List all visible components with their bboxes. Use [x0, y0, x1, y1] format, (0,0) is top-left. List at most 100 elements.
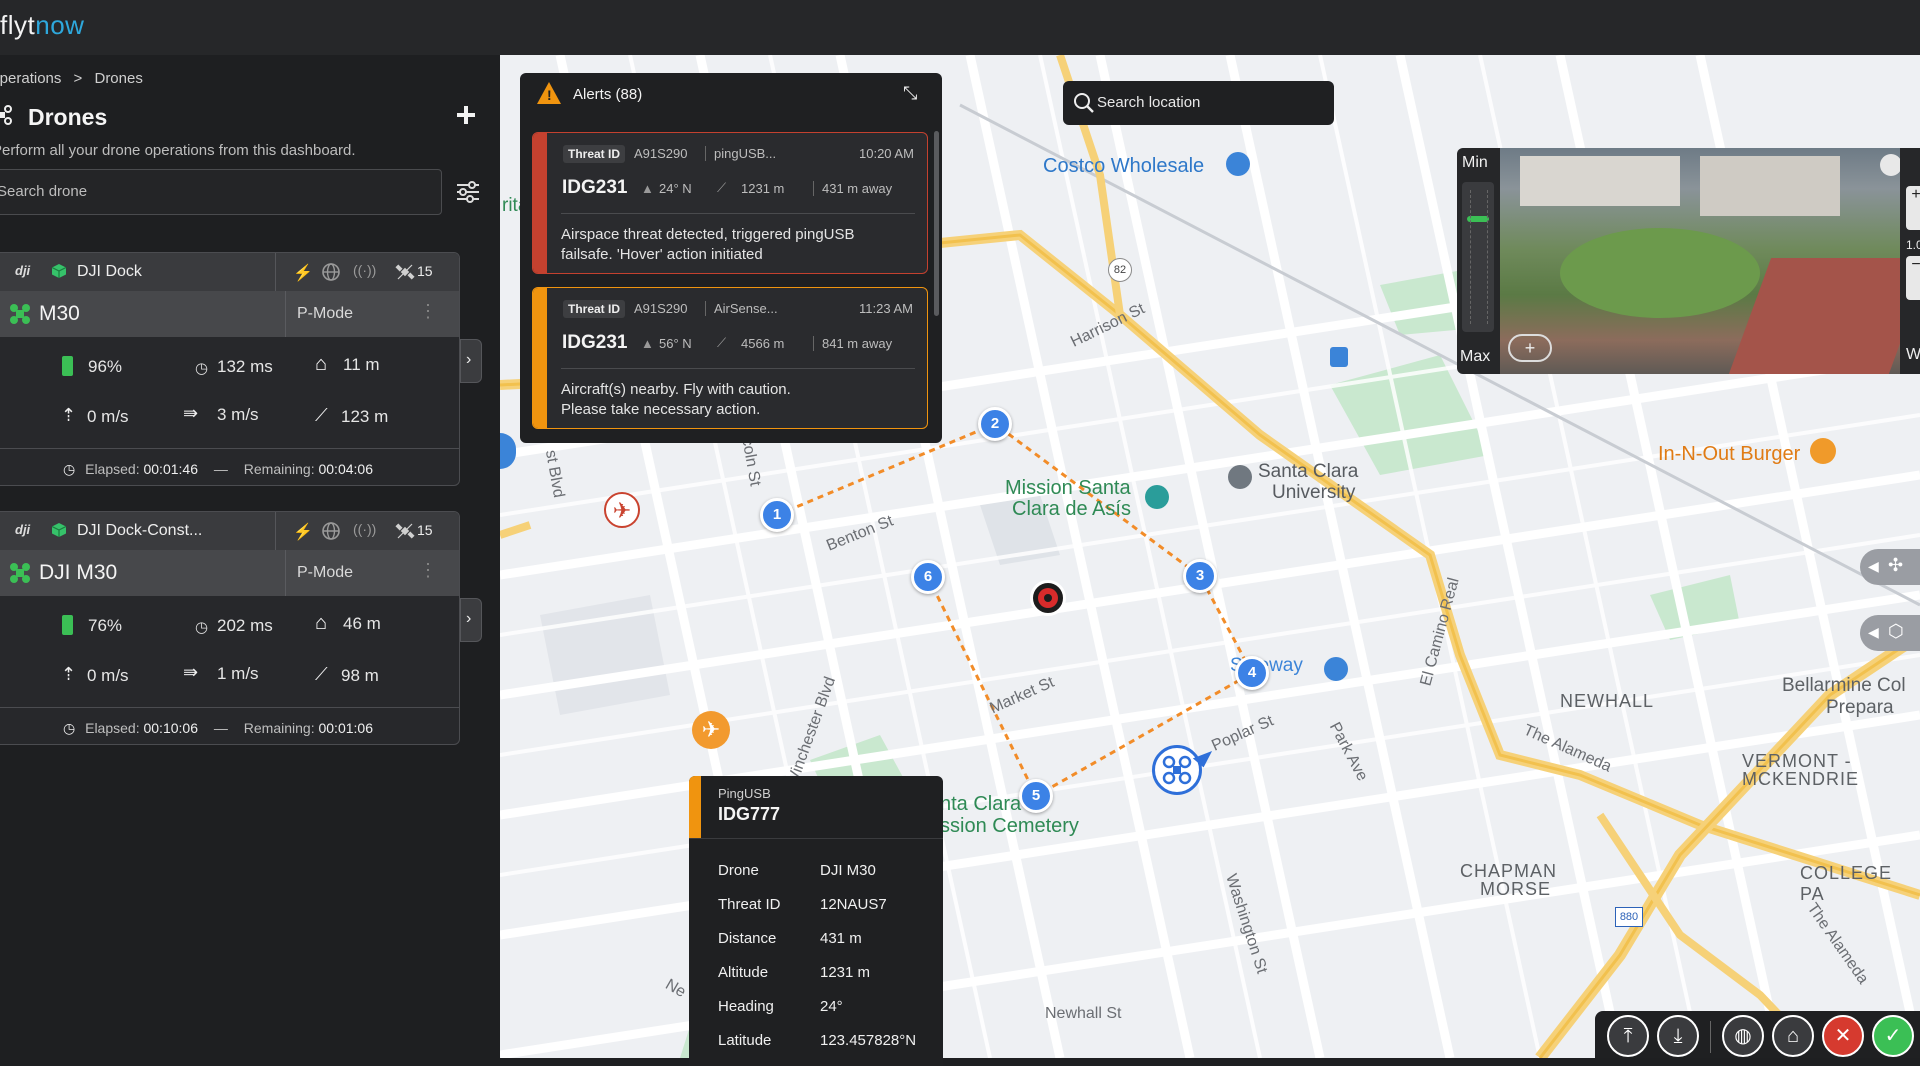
zoom-out-button[interactable]: − — [1906, 256, 1920, 300]
target-icon[interactable] — [1030, 580, 1066, 616]
drone-row[interactable]: DJI M30 P-Mode ⋮ — [0, 550, 459, 596]
remaining-value: 00:04:06 — [318, 461, 373, 477]
dock-cube-icon — [51, 263, 67, 279]
divider — [0, 448, 459, 449]
cube-icon: ⬡ — [1888, 621, 1904, 641]
building-shape — [1520, 156, 1680, 206]
takeoff-button[interactable]: ⤒ — [1607, 1015, 1649, 1057]
map-label-univ-1[interactable]: Santa Clara — [1258, 461, 1358, 483]
return-home-button[interactable]: ⌂ — [1772, 1015, 1814, 1057]
zoom-in-button[interactable]: + — [1906, 186, 1920, 230]
waypoint-1[interactable]: 1 — [760, 498, 794, 532]
expand-dock-button[interactable]: › — [460, 339, 482, 383]
globe-mode-button[interactable]: ◍ — [1722, 1015, 1764, 1057]
info-value: 12NAUS7 — [820, 896, 887, 913]
drone-row[interactable]: M30 P-Mode ⋮ — [0, 291, 459, 337]
divider — [0, 707, 459, 708]
search-location-input[interactable]: Search location — [1097, 94, 1200, 111]
search-drone-input[interactable]: Search drone — [0, 169, 442, 215]
dock-card[interactable]: dji DJI Dock-Const... ⚡ ((·)) 15 DJI M30… — [0, 511, 460, 745]
drone-status-icon — [9, 303, 31, 325]
page-title: Drones — [28, 104, 108, 130]
landmark-icon[interactable] — [1145, 485, 1169, 509]
land-button[interactable]: ⤓ — [1657, 1015, 1699, 1057]
expand-dock-button[interactable]: › — [460, 598, 482, 642]
divider — [275, 512, 276, 550]
divider — [1710, 1021, 1711, 1053]
power-icon: ⚡ — [293, 265, 313, 282]
alert-item[interactable]: Threat ID A91S290 pingUSB... 10:20 AM ID… — [532, 132, 928, 274]
map-label-univ-2[interactable]: University — [1272, 482, 1355, 504]
breadcrumb-parent[interactable]: Operations — [0, 70, 61, 87]
map-control-3d[interactable]: ◀ ⬡ — [1860, 615, 1920, 651]
waypoint-2[interactable]: 2 — [978, 407, 1012, 441]
alert-heading: 56° N — [659, 336, 692, 351]
shopping-bag-icon[interactable] — [1226, 152, 1250, 176]
sidebar: Operations > Drones Drones Perform all y… — [0, 55, 500, 1058]
waypoint-4[interactable]: 4 — [1235, 656, 1269, 690]
info-value: 123.457828°N — [820, 1032, 917, 1049]
map-label-bellarmine-1: Bellarmine Col — [1782, 675, 1906, 696]
map-label-in-n-out[interactable]: In-N-Out Burger — [1658, 443, 1800, 466]
flight-mode: P-Mode — [297, 564, 354, 581]
confirm-button[interactable]: ✓ — [1872, 1015, 1914, 1057]
threat-source: pingUSB... — [705, 146, 776, 161]
dock-card[interactable]: dji DJI Dock ⚡ ((·)) 15 M30 P-Mode ⋮ 96%… — [0, 252, 460, 486]
satellite-count: 15 — [417, 522, 433, 538]
signal-icon: ((·)) — [353, 521, 377, 537]
more-options-icon[interactable]: ⋮ — [419, 560, 437, 581]
alert-item[interactable]: Threat ID A91S290 AirSense... 11:23 AM I… — [532, 287, 928, 429]
search-location-box[interactable]: Search location — [1063, 81, 1334, 125]
altitude-value: 123 m — [341, 407, 389, 426]
flytnow-logo[interactable]: flytnow — [0, 10, 84, 41]
page-subtitle: Perform all your drone operations from t… — [0, 142, 356, 159]
aircraft-threat-icon[interactable]: ✈ — [604, 492, 640, 528]
add-view-button[interactable]: + — [1508, 334, 1552, 362]
map-control-drone[interactable]: ◀ ✣ — [1860, 549, 1920, 585]
aircraft-warning-icon[interactable]: ✈ — [692, 711, 730, 749]
chevron-left-icon: ◀ — [1868, 558, 1879, 574]
horizontal-speed-value: 3 m/s — [217, 405, 259, 424]
info-value: 1231 m — [820, 964, 871, 981]
alert-message-line2: failsafe. 'Hover' action initiated — [561, 246, 763, 263]
latency-value: 132 ms — [217, 357, 273, 376]
shopping-cart-icon[interactable] — [1324, 657, 1348, 681]
drone-name: M30 — [39, 302, 80, 325]
map-label-mission-2[interactable]: Clara de Asís — [1012, 498, 1131, 521]
camera-video[interactable]: + — [1500, 148, 1920, 374]
waypoint-5[interactable]: 5 — [1019, 779, 1053, 813]
university-icon[interactable] — [1228, 465, 1252, 489]
satellite-icon — [395, 521, 415, 541]
zoom-slider[interactable] — [1462, 182, 1494, 332]
info-drone-id: IDG777 — [718, 804, 781, 824]
filter-button[interactable] — [455, 179, 481, 205]
alerts-scrollbar[interactable] — [934, 131, 939, 316]
zoom-min-label: Min — [1462, 154, 1488, 171]
map-label-chapman-2: MORSE — [1480, 879, 1552, 899]
drone-position-icon[interactable] — [1152, 745, 1202, 795]
restaurant-icon[interactable] — [1810, 438, 1836, 464]
globe-icon: ◍ — [1734, 1025, 1752, 1047]
map-label-mission-1[interactable]: Mission Santa — [1005, 477, 1131, 500]
add-drone-button[interactable] — [455, 104, 477, 126]
alert-severity-bar — [533, 133, 547, 273]
vertical-speed-icon: ⇡ — [61, 405, 77, 425]
threat-id-tag: Threat ID — [563, 145, 626, 163]
alert-heading: 24° N — [659, 181, 692, 196]
waypoint-6[interactable]: 6 — [911, 560, 945, 594]
more-options-icon[interactable]: ⋮ — [419, 301, 437, 322]
waypoint-3[interactable]: 3 — [1183, 559, 1217, 593]
close-icon: ✕ — [1834, 1025, 1852, 1047]
timer-icon: ◷ — [63, 461, 76, 477]
collapse-alerts-button[interactable]: ⤡ — [903, 83, 917, 104]
elapsed-value: 00:10:06 — [143, 720, 198, 736]
abort-button[interactable]: ✕ — [1822, 1015, 1864, 1057]
alert-time: 11:23 AM — [859, 301, 913, 316]
transit-icon[interactable] — [1330, 347, 1348, 367]
alert-distance: 841 m away — [813, 336, 892, 351]
map-label-costco[interactable]: Costco Wholesale — [1043, 155, 1204, 178]
route-880-shield: 880 — [1615, 907, 1643, 927]
wide-lens-label[interactable]: W — [1906, 346, 1920, 364]
camera-feed-panel: Min Max + + 1.0 − W — [1457, 148, 1920, 374]
record-indicator[interactable] — [1880, 154, 1902, 176]
